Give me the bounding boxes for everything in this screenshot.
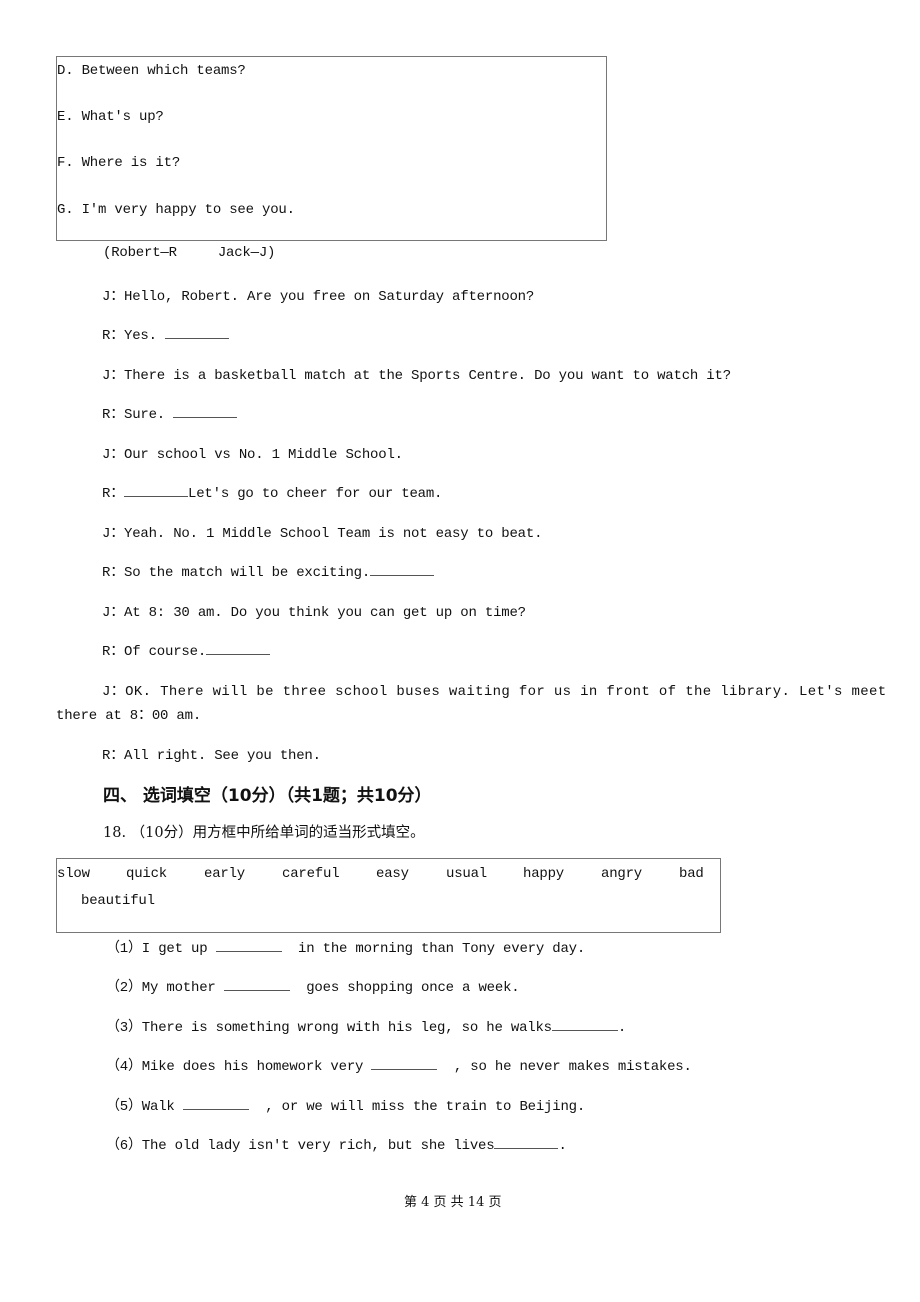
dialogue-long-line-1: J：OK. There will be three school buses w… bbox=[102, 684, 887, 700]
answer-blank[interactable] bbox=[182, 1097, 249, 1110]
word: easy bbox=[376, 866, 409, 882]
word: usual bbox=[446, 866, 488, 882]
answer-blank[interactable] bbox=[124, 484, 189, 497]
word: angry bbox=[601, 866, 643, 882]
word: bad bbox=[679, 866, 704, 882]
section-heading: 四、 选词填空（10分）（共1题；共10分） bbox=[103, 786, 432, 806]
word: quick bbox=[126, 866, 168, 882]
fill-item-1: （1）I get up in the morning than Tony eve… bbox=[106, 939, 586, 957]
word: careful bbox=[282, 866, 340, 882]
word: beautiful bbox=[81, 893, 155, 909]
answer-blank[interactable] bbox=[494, 1136, 559, 1149]
question-prompt: 18. （10分）用方框中所给单词的适当形式填空。 bbox=[103, 825, 425, 841]
word: happy bbox=[523, 866, 565, 882]
word: early bbox=[204, 866, 246, 882]
fill-item-6: （6）The old lady isn't very rich, but she… bbox=[106, 1136, 567, 1154]
fill-item-2: （2）My mother goes shopping once a week. bbox=[106, 978, 520, 996]
option-f: F. Where is it? bbox=[57, 155, 181, 171]
dialogue-line-4: R：Sure. bbox=[102, 403, 238, 423]
dialogue-line-10: R：Of course. bbox=[102, 640, 271, 660]
dialogue-line-8: R：So the match will be exciting. bbox=[102, 561, 435, 581]
option-g: G. I'm very happy to see you. bbox=[57, 202, 295, 218]
answer-blank[interactable] bbox=[551, 1018, 618, 1031]
answer-blank[interactable] bbox=[206, 642, 271, 655]
dialogue-line-1: J：Hello, Robert. Are you free on Saturda… bbox=[102, 289, 535, 305]
fill-item-5: （5）Walk , or we will miss the train to B… bbox=[106, 1097, 586, 1115]
dialogue-legend: (Robert—R Jack—J) bbox=[103, 245, 276, 261]
answer-blank[interactable] bbox=[165, 326, 230, 339]
answer-blank[interactable] bbox=[223, 978, 290, 991]
dialogue-line-9: J：At 8: 30 am. Do you think you can get … bbox=[102, 605, 526, 621]
dialogue-last-line: R：All right. See you then. bbox=[102, 748, 321, 764]
option-d: D. Between which teams? bbox=[57, 63, 246, 79]
dialogue-line-7: J：Yeah. No. 1 Middle School Team is not … bbox=[102, 526, 543, 542]
dialogue-line-6: R： Let's go to cheer for our team. bbox=[102, 484, 443, 502]
word: slow bbox=[57, 866, 90, 882]
dialogue-line-3: J：There is a basketball match at the Spo… bbox=[102, 368, 731, 384]
fill-item-3: （3）There is something wrong with his leg… bbox=[106, 1018, 627, 1036]
page-number: 第 4 页 共 14 页 bbox=[404, 1195, 502, 1210]
answer-blank[interactable] bbox=[371, 1057, 438, 1070]
dialogue-line-2: R：Yes. bbox=[102, 324, 230, 344]
dialogue-long-line-2: there at 8：00 am. bbox=[56, 708, 202, 724]
dialogue-line-5: J：Our school vs No. 1 Middle School. bbox=[102, 447, 403, 463]
answer-blank[interactable] bbox=[370, 563, 435, 576]
answer-blank[interactable] bbox=[215, 939, 282, 952]
answer-blank[interactable] bbox=[173, 405, 238, 418]
fill-item-4: （4）Mike does his homework very , so he n… bbox=[106, 1057, 692, 1075]
option-e: E. What's up? bbox=[57, 109, 164, 125]
